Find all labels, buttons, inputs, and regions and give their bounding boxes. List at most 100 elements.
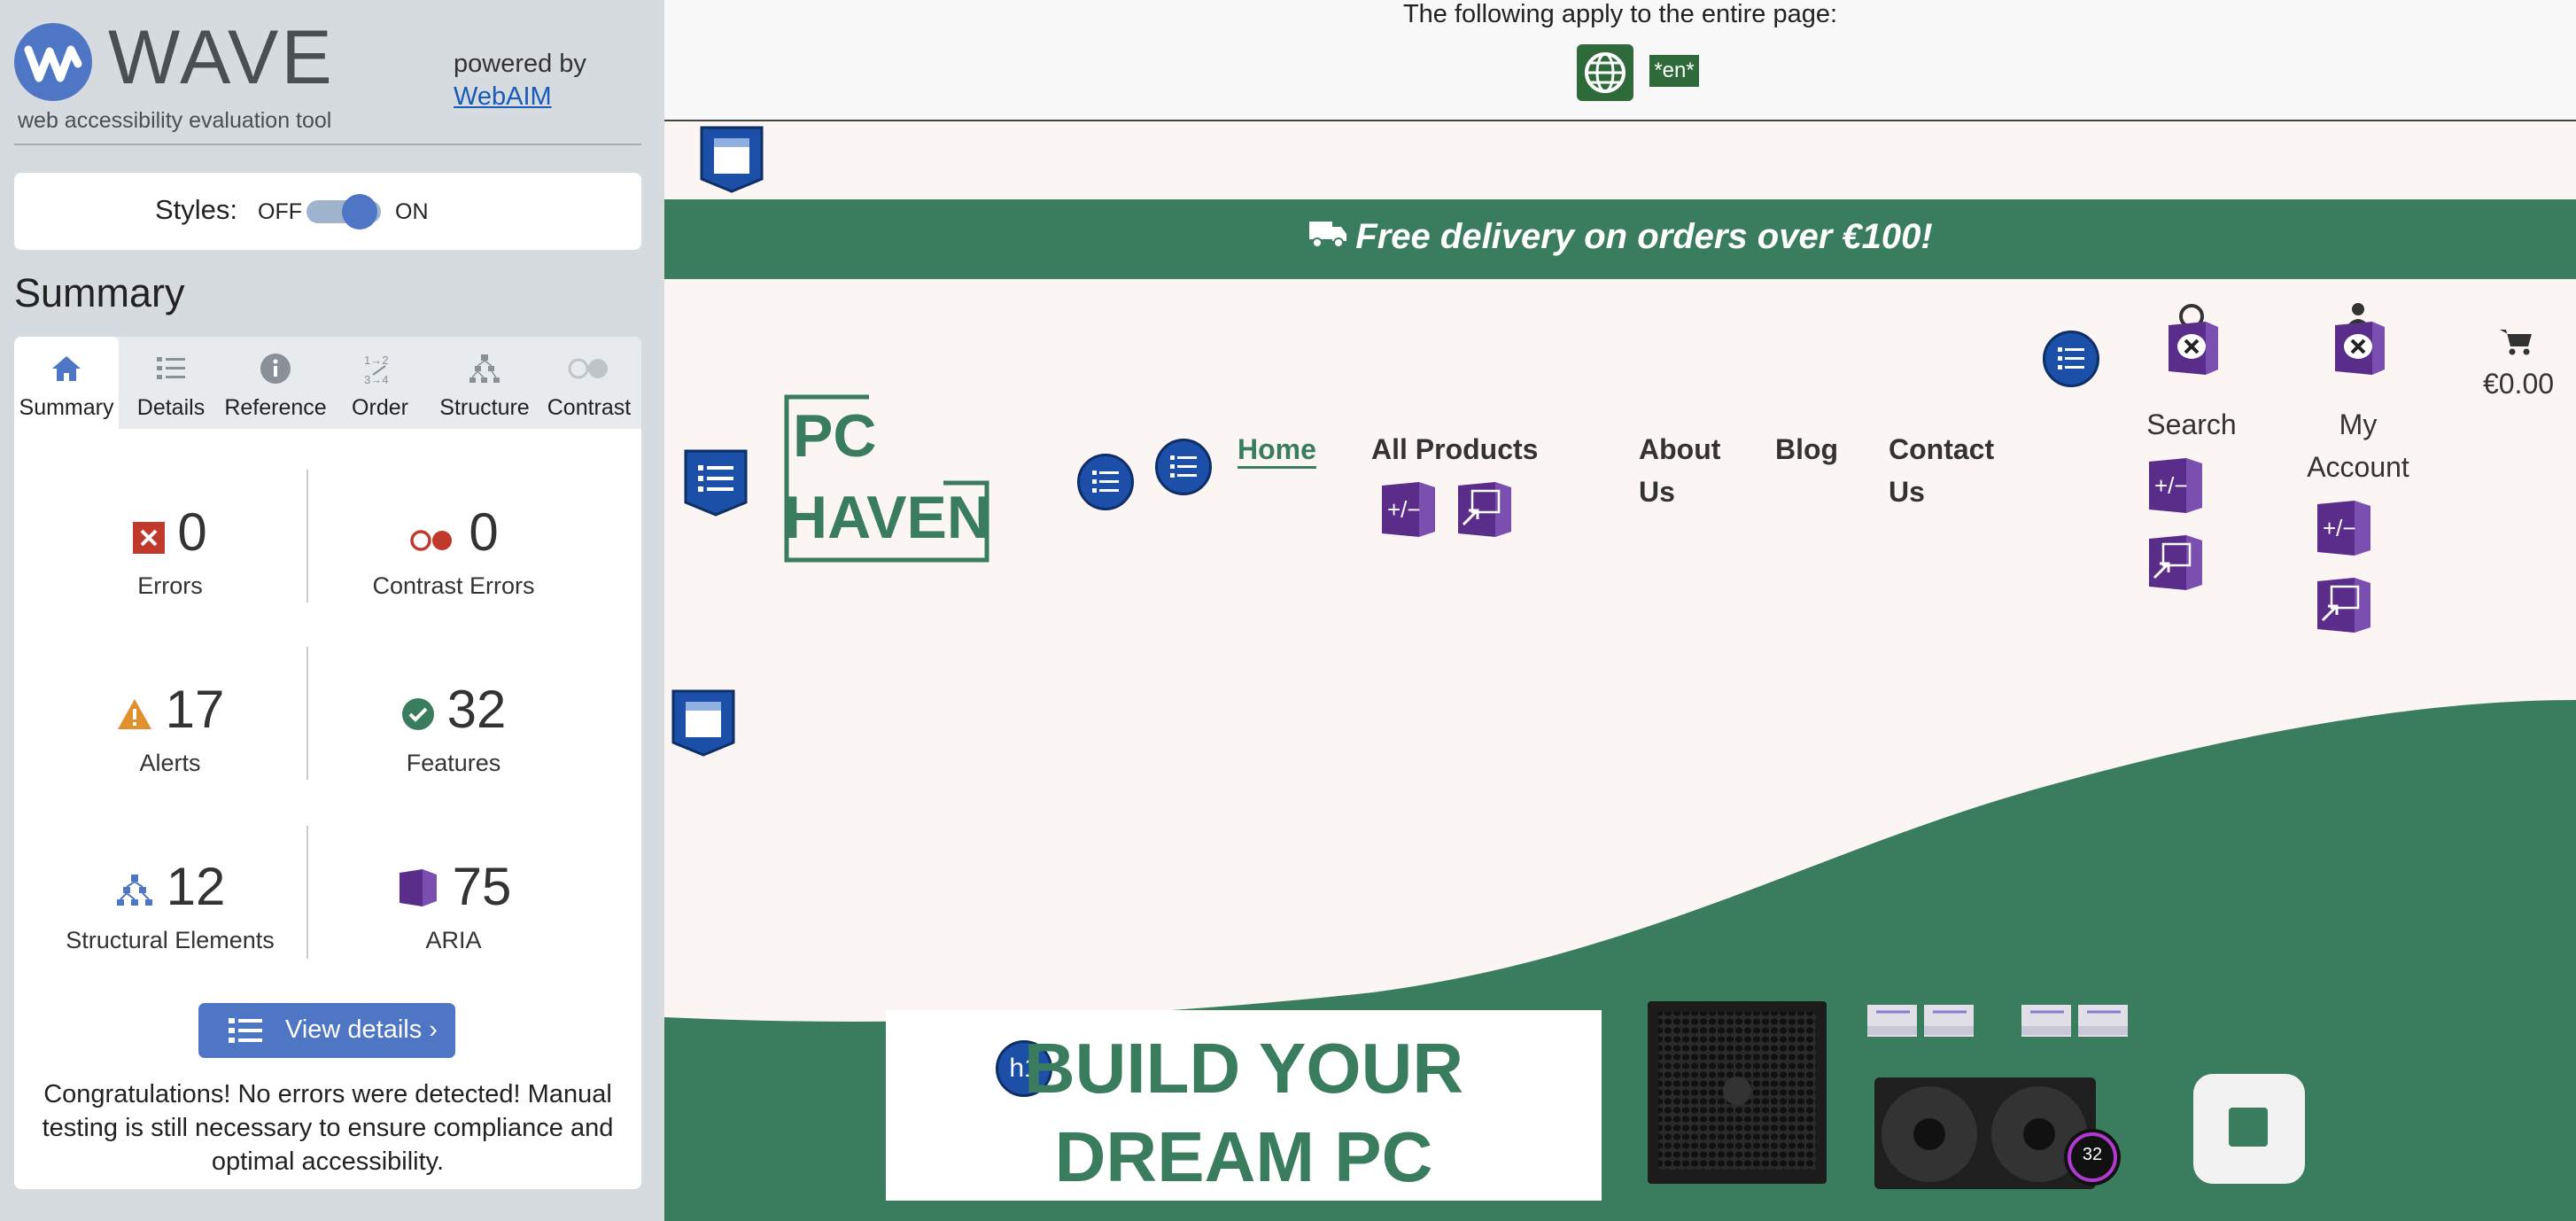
list-icon[interactable]	[1077, 454, 1134, 510]
powered-by-text: powered by	[454, 50, 586, 78]
summary-panel: Summary Details Reference 1→2 3→4 Order	[14, 337, 641, 1189]
svg-text:1→2: 1→2	[364, 354, 388, 367]
stats-divider	[306, 826, 308, 959]
search-label[interactable]: Search	[2130, 403, 2254, 446]
nav-all-products[interactable]: All Products	[1371, 428, 1538, 471]
header-region-icon[interactable]	[700, 126, 764, 193]
banner-label: Free delivery on orders over €100!	[1355, 217, 1933, 256]
alerts-label: Alerts	[139, 750, 201, 777]
aria-popup-icon[interactable]	[2147, 533, 2204, 592]
tab-label: Summary	[19, 395, 114, 420]
structure-icon	[115, 859, 154, 922]
aria-popup-icon[interactable]	[2316, 576, 2372, 634]
list-icon	[119, 349, 223, 386]
structural-count: 12	[166, 857, 226, 916]
list-icon	[229, 1015, 262, 1053]
nav-contact-line1: Contact	[1889, 433, 1995, 465]
my-account-label[interactable]: My Account	[2291, 403, 2425, 488]
nav-about[interactable]: About Us	[1639, 428, 1720, 513]
aria-popup-icon[interactable]	[1456, 480, 1513, 539]
list-icon[interactable]	[1155, 439, 1212, 495]
nav-about-line1: About	[1639, 433, 1721, 465]
aria-icon	[396, 859, 440, 922]
logo-haven: HAVEN	[784, 484, 990, 551]
nav-home[interactable]: Home	[1238, 428, 1316, 471]
tab-structure[interactable]: Structure	[432, 337, 537, 429]
tab-summary[interactable]: Summary	[14, 337, 119, 429]
tab-label: Reference	[224, 395, 327, 420]
errors-stat[interactable]: 0 Errors	[28, 502, 312, 600]
user-icon[interactable]	[2330, 302, 2386, 380]
hero-line2: DREAM PC	[1054, 1117, 1433, 1196]
nav-blog[interactable]: Blog	[1775, 428, 1838, 471]
liquid-cooler-image: 32	[1873, 1076, 2128, 1191]
nav-contact[interactable]: Contact Us	[1889, 428, 1994, 513]
svg-text:+/−: +/−	[2323, 515, 2356, 541]
styles-toggle-box: Styles: OFF ON	[14, 173, 641, 250]
aria-expanded-icon[interactable]: +/−	[2316, 499, 2372, 557]
list-icon[interactable]	[2043, 331, 2099, 387]
features-stat[interactable]: 32 Features	[312, 679, 595, 777]
structural-stat[interactable]: 12 Structural Elements	[28, 856, 312, 954]
site-logo[interactable]: PC HAVEN	[784, 394, 990, 563]
tab-label: Structure	[439, 395, 530, 420]
feature-check-icon	[401, 682, 435, 744]
tab-label: Contrast	[547, 395, 632, 420]
tab-label: Details	[136, 395, 206, 420]
aria-stat[interactable]: 75 ARIA	[312, 856, 595, 954]
truck-icon	[1307, 218, 1348, 259]
wave-logo-icon	[14, 23, 92, 101]
globe-icon[interactable]	[1577, 44, 1633, 101]
tab-order[interactable]: 1→2 3→4 Order	[328, 337, 432, 429]
cart-total[interactable]: €0.00	[2461, 362, 2576, 405]
wave-subtitle: web accessibility evaluation tool	[18, 108, 332, 133]
page-wide-icons-bar: The following apply to the entire page: …	[664, 0, 2576, 121]
aria-expanded-icon[interactable]: +/−	[1380, 480, 1437, 539]
powered-by: powered by WebAIM	[454, 48, 586, 113]
psu-image	[1646, 999, 1828, 1186]
alert-icon	[116, 682, 153, 744]
webaim-link[interactable]: WebAIM	[454, 82, 552, 111]
errors-label: Errors	[137, 572, 203, 600]
svg-text:+/−: +/−	[2154, 472, 2188, 499]
view-details-button[interactable]: View details ›	[198, 1003, 455, 1058]
ram-image	[1866, 999, 1975, 1040]
structural-label: Structural Elements	[66, 927, 275, 954]
info-icon	[223, 349, 328, 386]
svg-text:3→4: 3→4	[364, 373, 388, 386]
tab-reference[interactable]: Reference	[223, 337, 328, 429]
structure-icon	[432, 349, 537, 386]
main-region-icon[interactable]	[671, 689, 735, 757]
stats-divider	[306, 470, 308, 603]
aria-expanded-icon[interactable]: +/−	[2147, 456, 2204, 515]
language-badge[interactable]: *en*	[1649, 55, 1699, 87]
site-header: PC HAVEN Home All Products About Us Blog…	[664, 279, 2576, 685]
cart-icon[interactable]	[2498, 327, 2533, 357]
page-wide-heading: The following apply to the entire page:	[1402, 0, 1838, 28]
tab-label: Order	[352, 395, 408, 420]
aria-count: 75	[452, 857, 512, 916]
account-line2: Account	[2307, 451, 2409, 483]
stats-divider	[306, 647, 308, 780]
features-label: Features	[406, 750, 501, 777]
hero-title: BUILD YOUR DREAM PC	[886, 1024, 1602, 1202]
tab-details[interactable]: Details	[119, 337, 223, 429]
alerts-stat[interactable]: 17 Alerts	[28, 679, 312, 777]
contrast-icon	[537, 349, 641, 386]
styles-toggle-knob[interactable]	[342, 194, 377, 229]
delivery-banner: Free delivery on orders over €100!	[664, 199, 2576, 279]
navigation-icon[interactable]	[684, 449, 748, 517]
contrast-errors-stat[interactable]: 0 Contrast Errors	[312, 502, 595, 600]
search-icon[interactable]	[2163, 304, 2220, 380]
logo-pc: PC	[793, 402, 877, 470]
panel-tabs: Summary Details Reference 1→2 3→4 Order	[14, 337, 641, 429]
alerts-count: 17	[165, 680, 225, 739]
tab-contrast[interactable]: Contrast	[537, 337, 641, 429]
aria-label: ARIA	[425, 927, 482, 954]
nav-contact-line2: Us	[1889, 476, 1925, 508]
cooler-display: 32	[2082, 1145, 2103, 1164]
home-icon	[14, 349, 119, 386]
divider	[14, 144, 641, 145]
features-count: 32	[446, 680, 507, 739]
nav-about-line2: Us	[1639, 476, 1675, 508]
